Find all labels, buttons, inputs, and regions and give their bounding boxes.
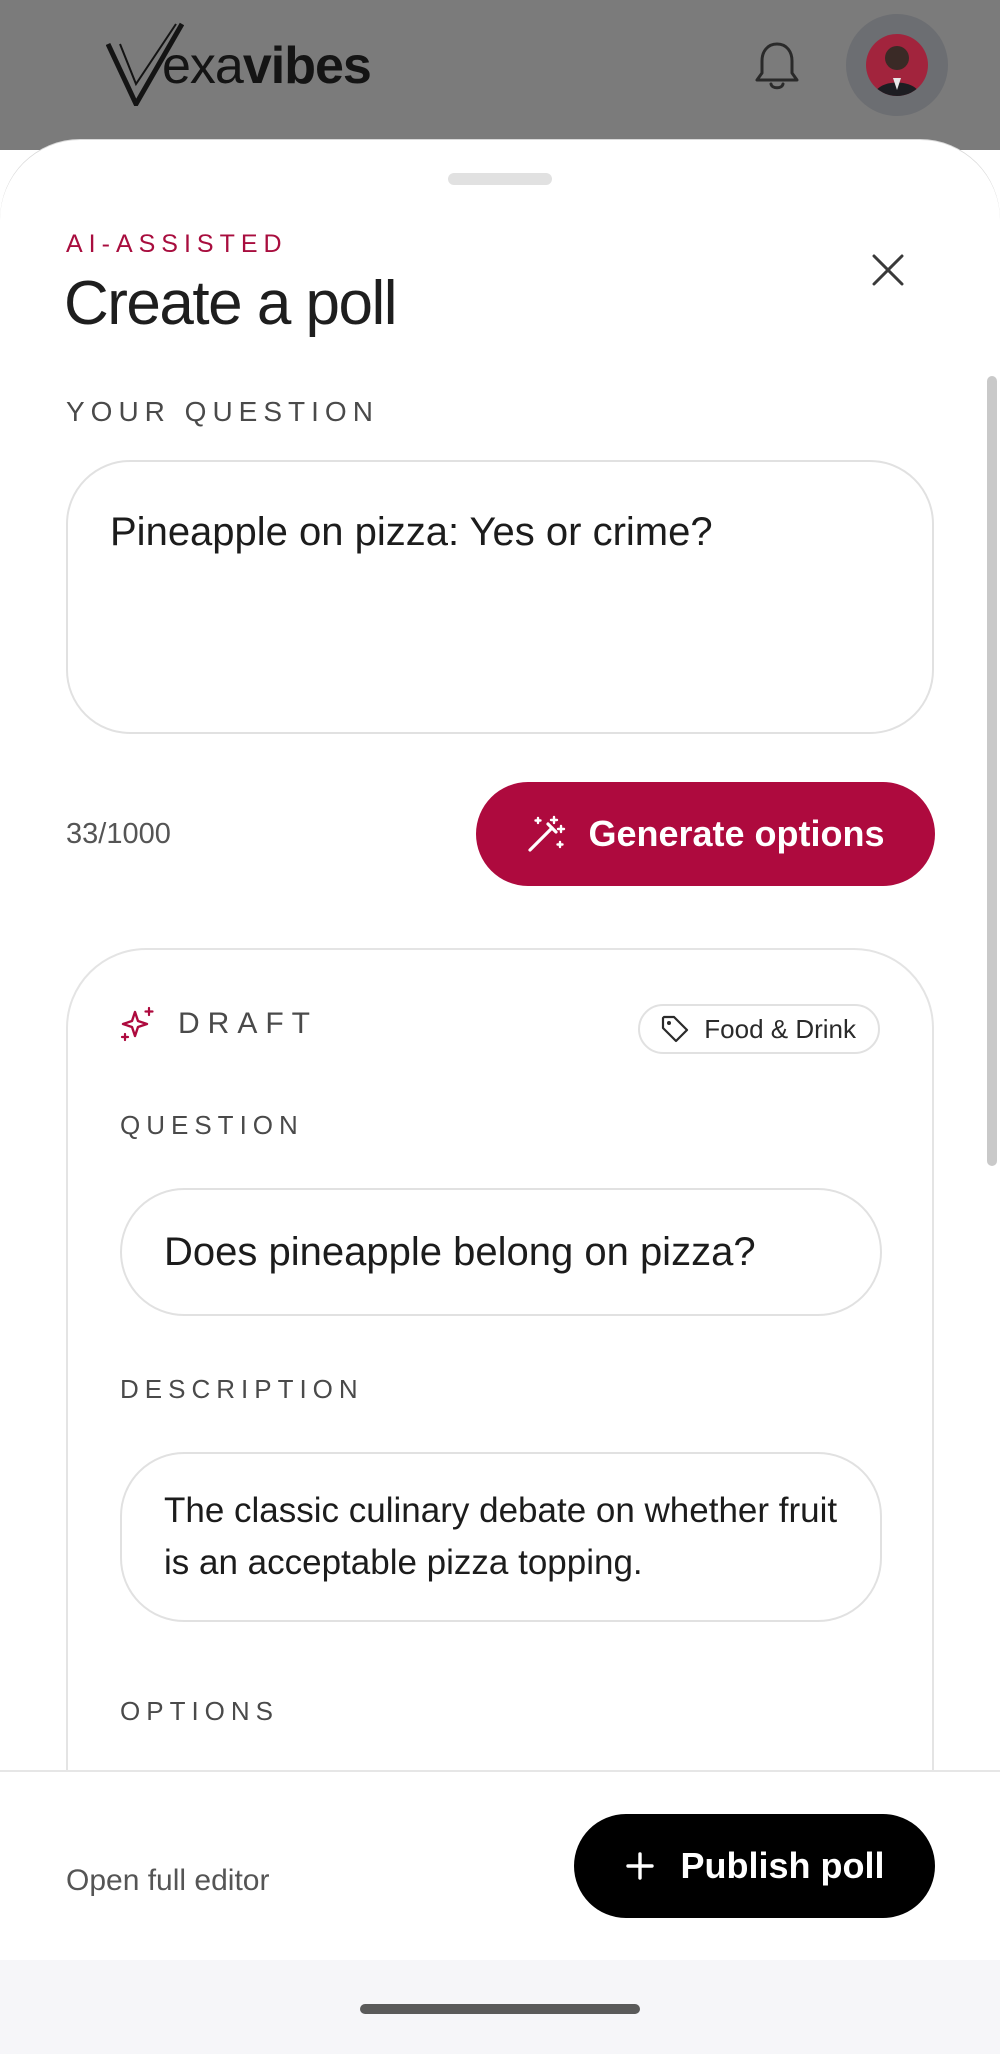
draft-question-field[interactable]: Does pineapple belong on pizza? <box>120 1188 882 1316</box>
generate-options-label: Generate options <box>588 813 885 854</box>
tag-icon <box>662 1015 689 1043</box>
app-bar: exavibes <box>0 0 1000 150</box>
draft-label: DRAFT <box>178 1007 318 1040</box>
plus-icon <box>625 1852 654 1880</box>
close-icon[interactable] <box>866 248 910 292</box>
sparkles-icon <box>120 1006 154 1042</box>
description-label: DESCRIPTION <box>120 1374 364 1404</box>
sheet-footer: Open full editor Publish poll <box>0 1770 1000 1960</box>
sheet-scrollbar[interactable] <box>987 376 997 1166</box>
logo-wordmark-suffix: vibes <box>242 37 372 95</box>
system-navigation-area <box>0 1960 1000 2054</box>
magic-wand-icon <box>528 815 566 852</box>
question-input-value: Pineapple on pizza: Yes or crime? <box>110 510 713 554</box>
character-count: 33/1000 <box>66 818 171 850</box>
draft-description-value: The classic culinary debate on whether f… <box>164 1491 838 1582</box>
publish-poll-button[interactable]: Publish poll <box>574 1814 935 1918</box>
publish-poll-label: Publish poll <box>680 1845 885 1886</box>
create-poll-sheet: AI-ASSISTED Create a poll YOUR QUESTION … <box>0 140 1000 1960</box>
question-label: QUESTION <box>120 1110 304 1140</box>
draft-description-field[interactable]: The classic culinary debate on whether f… <box>120 1452 882 1622</box>
vexavibes-logo[interactable]: exavibes <box>106 22 372 106</box>
category-tag-label: Food & Drink <box>704 1013 856 1044</box>
page-title: Create a poll <box>64 269 398 338</box>
avatar-person-icon <box>874 46 920 96</box>
home-indicator[interactable] <box>360 2004 640 2014</box>
logo-wordmark-prefix: exa <box>162 37 244 95</box>
sheet-drag-handle[interactable] <box>448 173 552 185</box>
logo-wordmark: exavibes <box>162 37 372 95</box>
sheet-eyebrow: AI-ASSISTED <box>66 230 288 258</box>
category-tag[interactable]: Food & Drink <box>638 1004 880 1054</box>
avatar <box>866 34 928 96</box>
question-input[interactable]: Pineapple on pizza: Yes or crime? <box>66 460 934 734</box>
bell-icon[interactable] <box>752 38 802 92</box>
your-question-label: YOUR QUESTION <box>66 396 379 427</box>
generate-options-button[interactable]: Generate options <box>476 782 935 886</box>
open-full-editor-link[interactable]: Open full editor <box>66 1864 269 1898</box>
profile-button[interactable] <box>846 14 948 116</box>
draft-header: DRAFT <box>120 1006 318 1042</box>
options-label: OPTIONS <box>120 1696 280 1726</box>
draft-question-value: Does pineapple belong on pizza? <box>164 1229 756 1274</box>
